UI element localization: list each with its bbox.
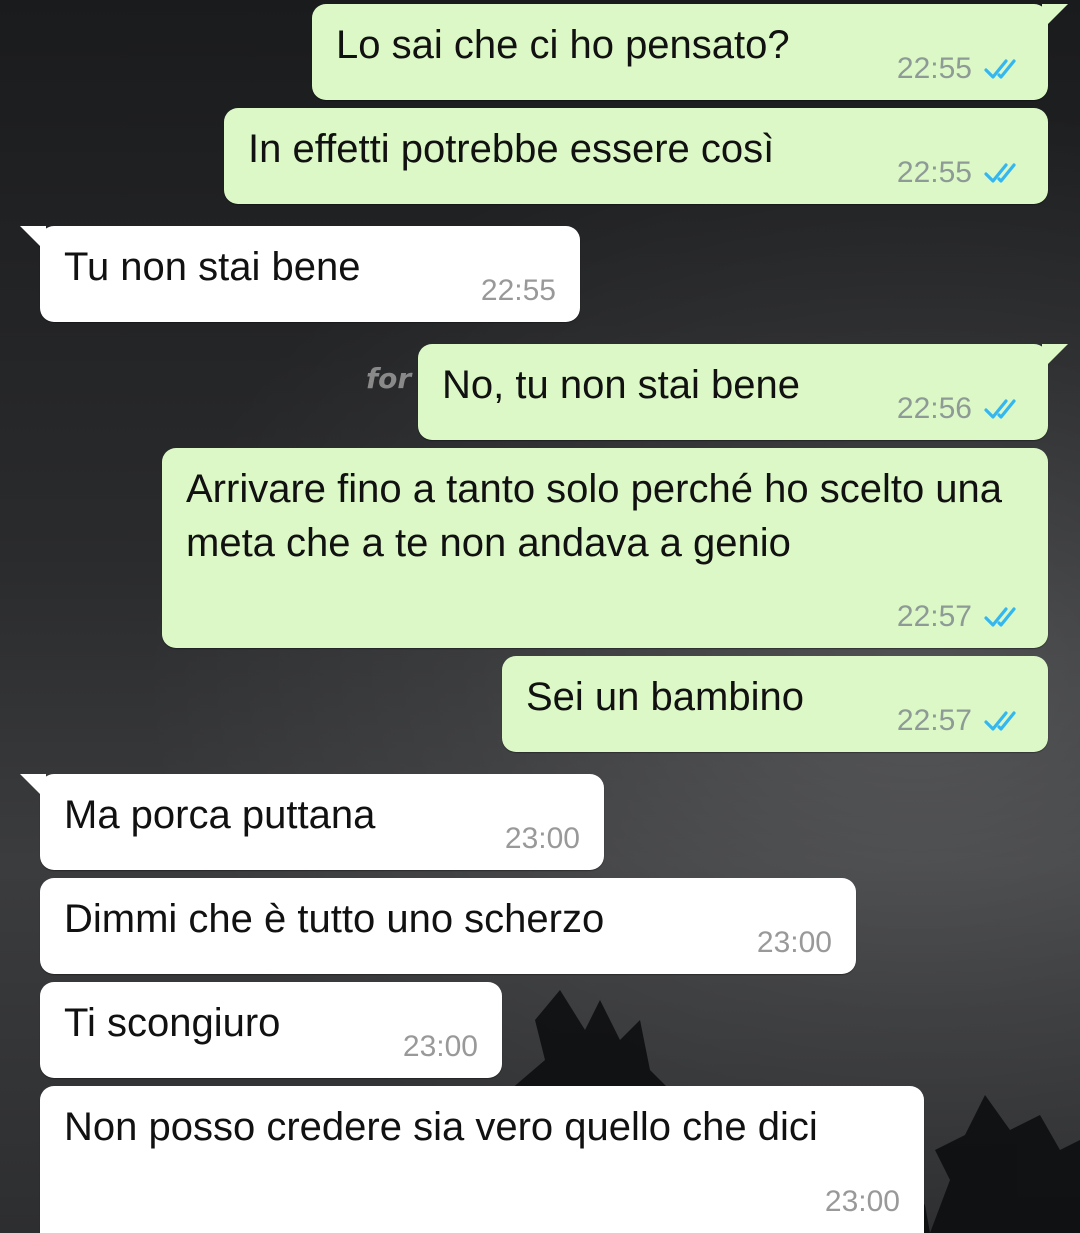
message-text: Non posso credere sia vero quello che di… <box>64 1105 818 1149</box>
message-bubble-received[interactable]: Tu non stai bene 22:55 <box>20 226 580 322</box>
message-bubble-received[interactable]: Dimmi che è tutto uno scherzo 23:00 <box>40 878 856 974</box>
message-meta: 22:57 <box>897 704 1024 738</box>
double-check-read-icon <box>984 59 1016 79</box>
double-check-read-icon <box>984 399 1016 419</box>
message-text: Ma porca puttana <box>64 793 376 837</box>
message-meta: 23:00 <box>505 822 580 856</box>
message-timestamp: 22:55 <box>896 156 972 189</box>
double-check-read-icon <box>984 163 1016 183</box>
message-timestamp: 22:55 <box>480 274 556 307</box>
message-text: Lo sai che ci ho pensato? <box>336 23 790 67</box>
message-timestamp: 23:00 <box>756 926 832 959</box>
message-bubble-sent[interactable]: Sei un bambino 22:57 <box>502 656 1048 752</box>
message-timestamp: 22:57 <box>896 704 972 737</box>
message-bubble-received[interactable]: Non posso credere sia vero quello che di… <box>40 1086 924 1233</box>
message-meta: 22:55 <box>481 274 556 308</box>
message-text: Arrivare fino a tanto solo perché ho sce… <box>186 467 1003 565</box>
message-meta: 22:55 <box>897 156 1024 190</box>
message-text: In effetti potrebbe essere così <box>248 127 775 171</box>
message-text: No, tu non stai bene <box>442 363 801 407</box>
double-check-read-icon <box>984 607 1016 627</box>
message-bubble-sent[interactable]: No, tu non stai bene 22:56 <box>418 344 1068 440</box>
message-meta: 22:57 <box>897 600 1024 634</box>
message-bubble-received[interactable]: Ma porca puttana 23:00 <box>20 774 604 870</box>
message-timestamp: 22:56 <box>896 392 972 425</box>
message-bubble-received[interactable]: Ti scongiuro 23:00 <box>40 982 502 1078</box>
message-meta: 23:00 <box>825 1185 900 1219</box>
message-timestamp: 23:00 <box>402 1030 478 1063</box>
message-text: Dimmi che è tutto uno scherzo <box>64 897 605 941</box>
message-timestamp: 23:00 <box>504 822 580 855</box>
bubble-tail <box>1042 4 1068 30</box>
bubble-tail <box>1042 344 1068 370</box>
message-timestamp: 22:55 <box>896 52 972 85</box>
tree-silhouette <box>930 1095 1080 1233</box>
bubble-tail <box>20 774 46 800</box>
message-meta: 23:00 <box>757 926 832 960</box>
message-text: Sei un bambino <box>526 675 804 719</box>
message-meta: 23:00 <box>403 1030 478 1064</box>
message-bubble-sent[interactable]: In effetti potrebbe essere così 22:55 <box>224 108 1048 204</box>
message-text: Ti scongiuro <box>64 1001 281 1045</box>
message-bubble-sent[interactable]: Arrivare fino a tanto solo perché ho sce… <box>162 448 1048 648</box>
double-check-read-icon <box>984 711 1016 731</box>
message-meta: 22:55 <box>897 52 1024 86</box>
background-watermark-text: for <box>366 362 412 395</box>
message-bubble-sent[interactable]: Lo sai che ci ho pensato? 22:55 <box>312 4 1068 100</box>
bubble-tail <box>20 226 46 252</box>
message-meta: 22:56 <box>897 392 1024 426</box>
message-timestamp: 22:57 <box>896 600 972 633</box>
message-timestamp: 23:00 <box>824 1185 900 1218</box>
message-text: Tu non stai bene <box>64 245 361 289</box>
